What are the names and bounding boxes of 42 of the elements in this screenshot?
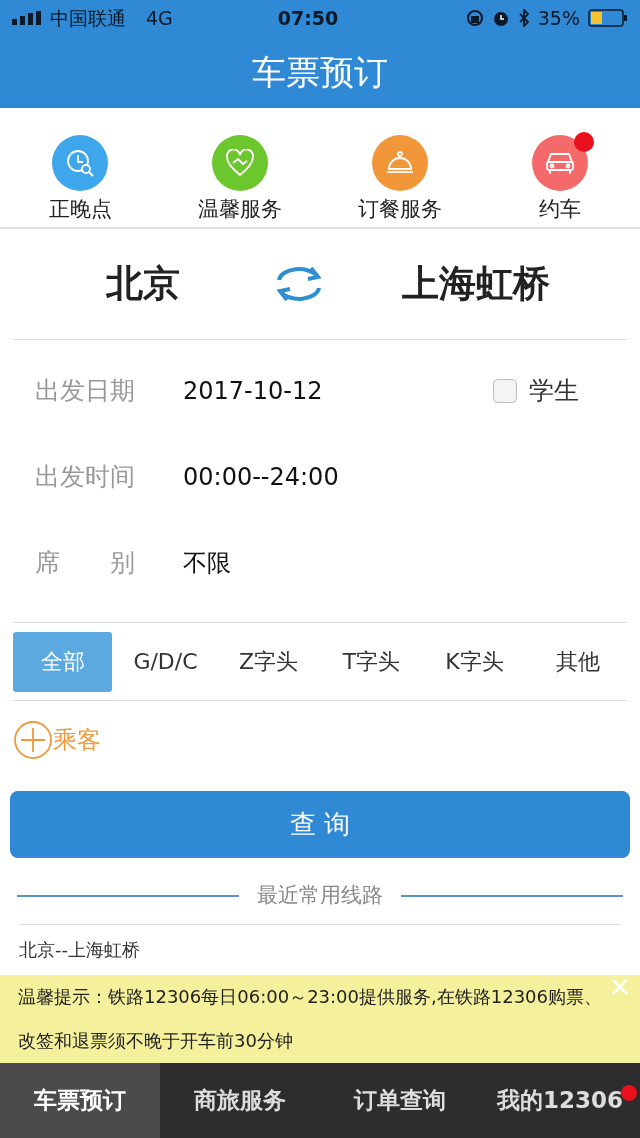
query-button[interactable]: 查 询 xyxy=(10,791,630,858)
train-type-tab[interactable]: 其他 xyxy=(528,631,627,692)
bluetooth-icon xyxy=(517,9,530,27)
carrier-name: 中国联通 xyxy=(50,5,126,31)
page-title: 车票预订 xyxy=(252,50,388,94)
notice-text: 温馨提示：铁路12306每日06:00～23:00提供服务,在铁路12306购票、改签和退票须不晚于开车前30分钟 xyxy=(18,985,603,1053)
bottom-tab[interactable]: 商旅服务 xyxy=(160,1063,320,1138)
car-icon xyxy=(544,150,576,176)
train-type-tab[interactable]: K字头 xyxy=(425,631,524,692)
train-type-tab[interactable]: T字头 xyxy=(322,631,421,692)
cloche-icon xyxy=(385,150,415,176)
section-title: 最近常用线路 xyxy=(257,882,383,909)
service-button[interactable]: 订餐服务 xyxy=(320,108,480,227)
bottom-tab[interactable]: 车票预订 xyxy=(0,1063,160,1138)
bottom-tab[interactable]: 订单查询 xyxy=(320,1063,480,1138)
plus-circle-icon xyxy=(13,720,53,760)
network-type: 4G xyxy=(146,5,173,31)
signal-icon xyxy=(12,11,42,25)
field-label: 席 别 xyxy=(34,547,136,580)
service-button[interactable]: 约车 xyxy=(480,108,640,227)
clock-icon xyxy=(65,148,95,178)
service-button[interactable]: 温馨服务 xyxy=(160,108,320,227)
arrival-city[interactable]: 上海虹桥 xyxy=(325,256,627,312)
field-value[interactable]: 2017-10-12 xyxy=(183,373,323,409)
field-value[interactable]: 不限 xyxy=(183,545,231,581)
rotation-lock-icon xyxy=(465,9,484,27)
service-button[interactable]: 正晚点 xyxy=(0,108,160,227)
battery-icon xyxy=(588,9,628,27)
train-type-tab[interactable]: Z字头 xyxy=(219,631,318,692)
alarm-icon xyxy=(491,9,510,27)
field-value[interactable]: 00:00--24:00 xyxy=(183,459,339,495)
student-checkbox[interactable] xyxy=(493,379,517,403)
recent-route[interactable]: 北京--上海虹桥 xyxy=(19,936,140,963)
close-icon[interactable] xyxy=(610,977,630,997)
field-label: 出发日期 xyxy=(34,375,136,408)
bottom-tab[interactable]: 我的12306 xyxy=(480,1063,640,1138)
train-type-tab[interactable]: G/D/C xyxy=(116,631,215,692)
departure-city[interactable]: 北京 xyxy=(13,256,273,312)
clock-time: 07:50 xyxy=(277,5,339,31)
battery-percent: 35% xyxy=(537,5,580,31)
field-label: 出发时间 xyxy=(34,461,136,494)
student-label: 学生 xyxy=(529,375,579,408)
